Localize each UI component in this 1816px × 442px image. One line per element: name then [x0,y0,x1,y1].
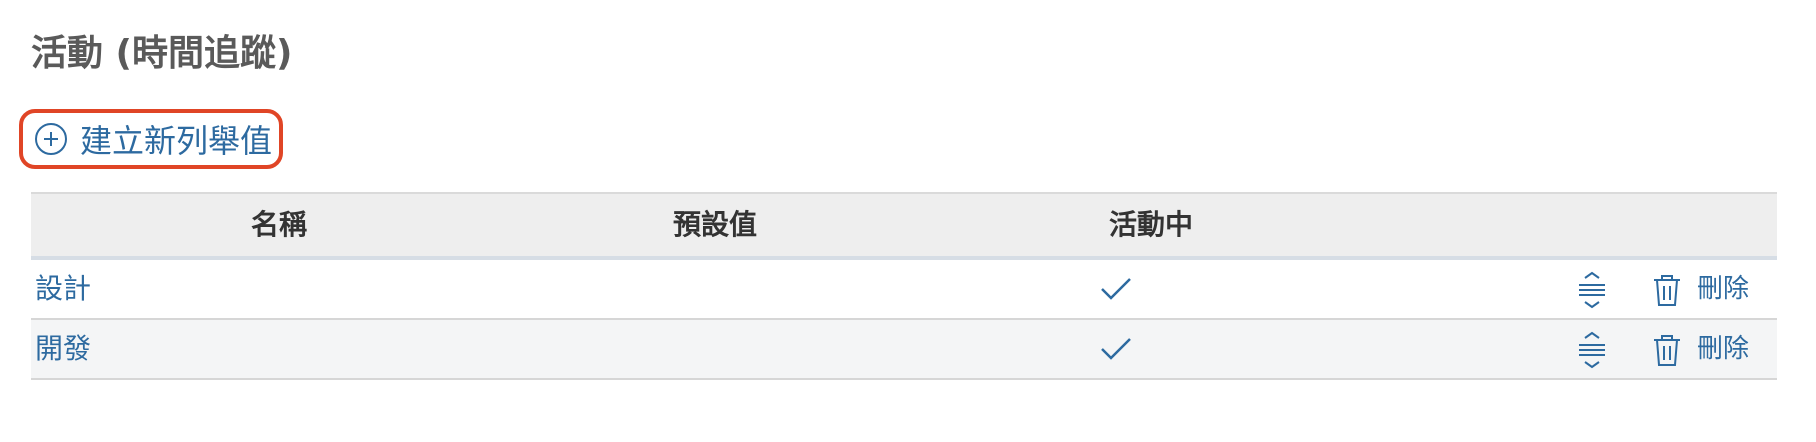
table-row: 開發 刪除 [31,320,1777,380]
delete-link[interactable]: 刪除 [1697,320,1749,378]
trash-icon[interactable] [1651,272,1683,308]
create-enumeration-label: 建立新列舉值 [80,122,273,160]
delete-link[interactable]: 刪除 [1697,260,1749,318]
enumeration-name-link[interactable]: 開發 [35,320,91,378]
reorder-handle-icon[interactable] [1575,330,1609,370]
table-header: 名稱 預設值 活動中 [31,192,1777,260]
enumeration-table: 名稱 預設值 活動中 設計 刪除 開發 刪除 [31,192,1777,380]
create-enumeration-button[interactable]: 建立新列舉值 [19,109,283,169]
page-title: 活動 (時間追蹤) [31,33,293,74]
column-header-active: 活動中 [1108,208,1193,241]
table-row: 設計 刪除 [31,260,1777,320]
trash-icon[interactable] [1651,332,1683,368]
reorder-handle-icon[interactable] [1575,270,1609,310]
plus-circle-icon [34,122,68,156]
checkmark-icon [1099,274,1133,304]
enumeration-name-link[interactable]: 設計 [35,260,91,318]
checkmark-icon [1099,334,1133,364]
column-header-default: 預設值 [672,208,757,241]
column-header-name: 名稱 [250,208,307,241]
